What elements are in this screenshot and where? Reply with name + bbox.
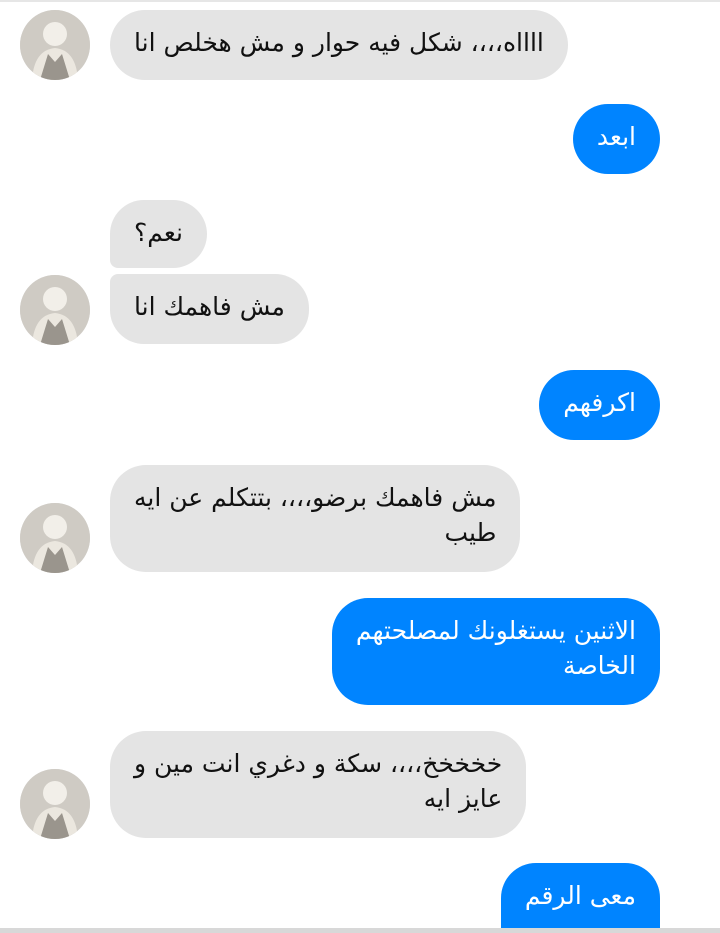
contact-avatar[interactable] (20, 503, 90, 573)
avatar-photo-icon (20, 10, 90, 80)
avatar-photo-icon (20, 503, 90, 573)
outgoing-message[interactable]: اكرفهم (539, 370, 660, 440)
outgoing-message[interactable]: ابعد (572, 104, 660, 174)
incoming-message[interactable]: خخخخخ،،،، سكة و دغري انت مين و عايز ايه (110, 731, 527, 838)
top-divider (0, 0, 720, 2)
incoming-message[interactable]: مش فاهمك انا (110, 274, 309, 344)
avatar-photo-icon (20, 275, 90, 345)
contact-avatar[interactable] (20, 10, 90, 80)
outgoing-message[interactable]: معى الرقم (500, 863, 660, 933)
outgoing-message[interactable]: الاثنين يستغلونك لمصلحتهم الخاصة (331, 598, 660, 705)
bottom-divider (0, 928, 720, 933)
contact-avatar[interactable] (20, 275, 90, 345)
incoming-message[interactable]: مش فاهمك برضو،،،، بتتكلم عن ايه طيب (110, 465, 521, 572)
incoming-message[interactable]: نعم؟ (110, 200, 207, 268)
incoming-message[interactable]: ااااه،،،، شكل فيه حوار و مش هخلص انا (110, 10, 568, 80)
avatar-photo-icon (20, 769, 90, 839)
contact-avatar[interactable] (20, 769, 90, 839)
